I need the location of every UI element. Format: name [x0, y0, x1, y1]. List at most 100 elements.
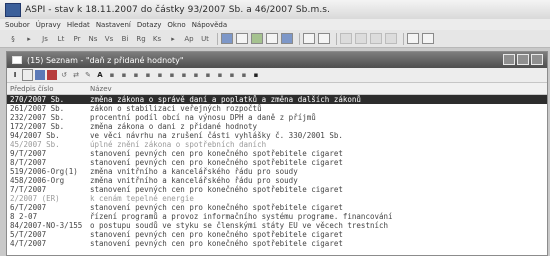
- row-ref: 172/2007 Sb.: [10, 122, 65, 131]
- toolbar-button-paragraph[interactable]: §: [6, 33, 20, 45]
- toolbar-button-ap[interactable]: Ap: [182, 33, 196, 45]
- table-row[interactable]: 9/T/2007 stanovení pevných cen pro konečn…: [7, 149, 547, 158]
- disabled-icon: [370, 33, 382, 44]
- menu-okno[interactable]: Okno: [167, 21, 185, 29]
- toolbar-separator: [217, 32, 218, 45]
- maximize-icon[interactable]: [517, 54, 529, 65]
- table-row[interactable]: 270/2007 Sb. změna zákona o správě daní a…: [7, 95, 547, 104]
- table-row[interactable]: 4/T/2007 stanovení pevných cen pro konečn…: [7, 239, 547, 248]
- list-icon[interactable]: [236, 33, 248, 44]
- row-name: stanovení pevných cen pro konečného spot…: [90, 230, 343, 239]
- toolbar-separator: [403, 32, 404, 45]
- row-name: stanovení pevných cen pro konečného spot…: [90, 149, 343, 158]
- open-document-icon[interactable]: [221, 33, 233, 44]
- toolbar-button-vs[interactable]: Vs: [102, 33, 116, 45]
- tool-icon[interactable]: ↺: [59, 70, 69, 80]
- tool-icon[interactable]: ▪: [251, 70, 261, 80]
- tool-icon[interactable]: ▪: [143, 70, 153, 80]
- row-name: procentní podíl obcí na výnosu DPH a dan…: [90, 113, 316, 122]
- tool-icon[interactable]: ▪: [167, 70, 177, 80]
- table-row[interactable]: 5/T/2007 stanovení pevných cen pro konečn…: [7, 230, 547, 239]
- filter-icon[interactable]: [22, 69, 33, 81]
- menu-hledat[interactable]: Hledat: [67, 21, 90, 29]
- toolbar-button-arrow-2[interactable]: ▸: [166, 33, 180, 45]
- main-toolbar: § ▸ Js Lt Pr Ns Vs Bi Rg Ks ▸ Ap Ut: [0, 30, 550, 48]
- toolbar-button-lt[interactable]: Lt: [54, 33, 68, 45]
- window-title: ASPI - stav k 18.11.2007 do částky 93/20…: [25, 4, 331, 15]
- table-row[interactable]: 8/T/2007 stanovení pevných cen pro konečn…: [7, 158, 547, 167]
- toolbar-button-bi[interactable]: Bi: [118, 33, 132, 45]
- search-icon[interactable]: [35, 70, 45, 80]
- tool-icon[interactable]: ▪: [107, 70, 117, 80]
- toolbar-button-ks[interactable]: Ks: [150, 33, 164, 45]
- aspi-app-icon: [5, 2, 21, 17]
- tool-icon[interactable]: ▪: [119, 70, 129, 80]
- row-ref: 8/T/2007: [10, 158, 47, 167]
- table-row[interactable]: 232/2007 Sb. procentní podíl obcí na výno…: [7, 113, 547, 122]
- table-row[interactable]: 84/2007-NO-3/155 o postupu soudů ve styku…: [7, 221, 547, 230]
- column-header-name[interactable]: Název: [87, 85, 547, 93]
- tool-icon[interactable]: ▪: [131, 70, 141, 80]
- window-icon[interactable]: [407, 33, 419, 44]
- tool-icon[interactable]: ▪: [155, 70, 165, 80]
- tool-icon[interactable]: ⇄: [71, 70, 81, 80]
- menu-soubor[interactable]: Soubor: [5, 21, 30, 29]
- toolbar-button-ut[interactable]: Ut: [198, 33, 212, 45]
- link-icon[interactable]: [281, 33, 293, 44]
- row-ref: 7/T/2007: [10, 185, 47, 194]
- toolbar-button-rg[interactable]: Rg: [134, 33, 148, 45]
- row-ref: 94/2007 Sb.: [10, 131, 60, 140]
- disabled-icon: [385, 33, 397, 44]
- tool-icon[interactable]: ✎: [83, 70, 93, 80]
- tool-icon[interactable]: ▪: [191, 70, 201, 80]
- tool-icon[interactable]: A: [95, 70, 105, 80]
- disabled-icon: [355, 33, 367, 44]
- help-icon[interactable]: [422, 33, 434, 44]
- title-bar: ASPI - stav k 18.11.2007 do částky 93/20…: [0, 0, 550, 20]
- menu-dotazy[interactable]: Dotazy: [137, 21, 162, 29]
- table-row[interactable]: 172/2007 Sb. změna zákona o dani z přidan…: [7, 122, 547, 131]
- row-ref: 519/2006-Org(1): [10, 167, 78, 176]
- toolbar-button-js[interactable]: Js: [38, 33, 52, 45]
- row-ref: 84/2007-NO-3/155: [10, 221, 83, 230]
- table-row[interactable]: 94/2007 Sb. ve věci návrhu na zrušení čás…: [7, 131, 547, 140]
- toolbar-button-arrow[interactable]: ▸: [22, 33, 36, 45]
- row-ref: 261/2007 Sb.: [10, 104, 65, 113]
- save-icon[interactable]: [251, 33, 263, 44]
- menu-bar: Soubor Úpravy Hledat Nastavení Dotazy Ok…: [0, 19, 550, 30]
- menu-nastaveni[interactable]: Nastavení: [96, 21, 131, 29]
- row-ref: 458/2006-Org: [10, 176, 65, 185]
- row-name: stanovení pevných cen pro konečného spot…: [90, 158, 343, 167]
- table-row[interactable]: 519/2006-Org(1) změna vnitřního a kancelá…: [7, 167, 547, 176]
- table-row[interactable]: 6/T/2007 stanovení pevných cen pro konečn…: [7, 203, 547, 212]
- find-icon[interactable]: [318, 33, 330, 44]
- table-row[interactable]: 2/2007 (ER) k cenám tepelné energie: [7, 194, 547, 203]
- toolbar-button-ns[interactable]: Ns: [86, 33, 100, 45]
- minimize-icon[interactable]: [503, 54, 515, 65]
- table-row[interactable]: 458/2006-Org změna vnitřního a kancelářsk…: [7, 176, 547, 185]
- close-icon[interactable]: [531, 54, 543, 65]
- table-row[interactable]: 8 2-07 řízení programů a provoz informačn…: [7, 212, 547, 221]
- document-toolbar: I ↺ ⇄ ✎ A ▪ ▪ ▪ ▪ ▪ ▪ ▪ ▪ ▪ ▪ ▪ ▪ ▪: [7, 68, 547, 83]
- table-row[interactable]: 7/T/2007 stanovení pevných cen pro konečn…: [7, 185, 547, 194]
- row-ref: 4/T/2007: [10, 239, 47, 248]
- format-icon[interactable]: I: [10, 70, 20, 80]
- grid-header: Předpis číslo Název: [7, 83, 547, 95]
- copy-icon[interactable]: [303, 33, 315, 44]
- tool-icon[interactable]: ▪: [203, 70, 213, 80]
- table-row[interactable]: 45/2007 Sb. úplné znění zákona o spotřebn…: [7, 140, 547, 149]
- row-name: o postupu soudů ve styku se členskými st…: [90, 221, 389, 230]
- tool-icon[interactable]: ▪: [179, 70, 189, 80]
- row-name: stanovení pevných cen pro konečného spot…: [90, 239, 343, 248]
- menu-upravy[interactable]: Úpravy: [36, 21, 61, 29]
- print-icon[interactable]: [266, 33, 278, 44]
- row-ref: 270/2007 Sb.: [10, 95, 65, 104]
- tool-icon[interactable]: ▪: [215, 70, 225, 80]
- bookmark-icon[interactable]: [47, 70, 57, 80]
- table-row[interactable]: 261/2007 Sb. zákon o stabilizaci veřejnýc…: [7, 104, 547, 113]
- menu-napoveda[interactable]: Nápověda: [192, 21, 227, 29]
- column-header-ref[interactable]: Předpis číslo: [7, 85, 87, 93]
- tool-icon[interactable]: ▪: [227, 70, 237, 80]
- tool-icon[interactable]: ▪: [239, 70, 249, 80]
- toolbar-button-pr[interactable]: Pr: [70, 33, 84, 45]
